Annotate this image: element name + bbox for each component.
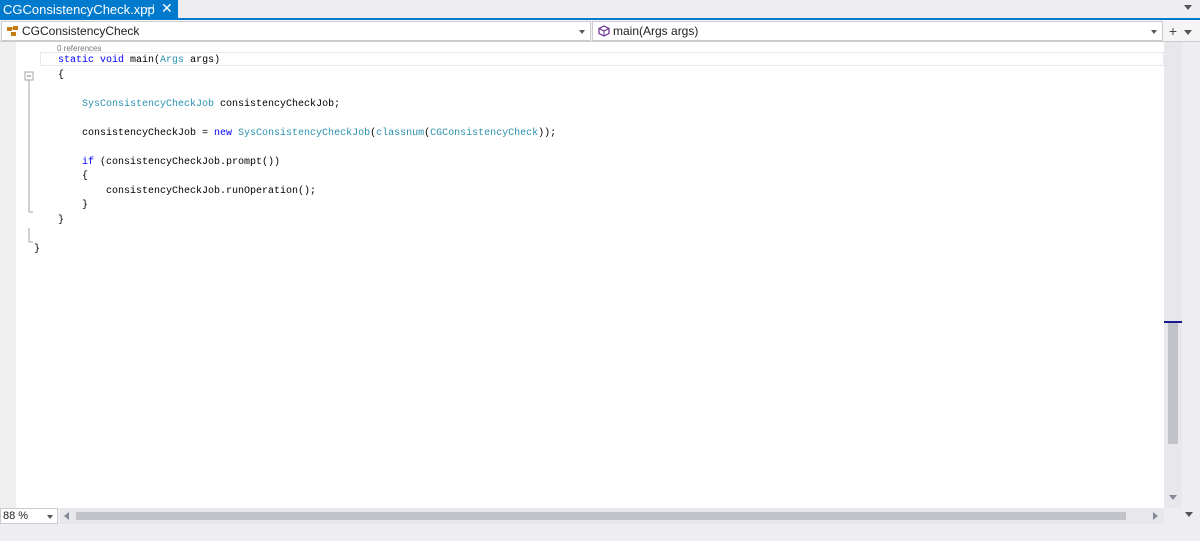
code-token: consistencyCheckJob;: [220, 98, 341, 110]
code-line[interactable]: consistencyCheckJob = new SysConsistency…: [58, 127, 556, 141]
chevron-down-icon[interactable]: [579, 30, 585, 34]
member-dropdown-value: main(Args args): [613, 24, 699, 38]
scroll-left-icon[interactable]: [64, 512, 69, 520]
code-line[interactable]: SysConsistencyCheckJob consistencyCheckJ…: [58, 98, 340, 112]
method-icon: [598, 25, 610, 37]
editor-bottom-bar: 88 %: [0, 508, 1182, 524]
class-dropdown-value: CGConsistencyCheck: [22, 24, 140, 38]
code-line[interactable]: }: [58, 199, 88, 213]
code-token: main(: [130, 55, 161, 66]
document-tab-bar: CGConsistencyCheck.xpp ⊣ ✕: [0, 0, 1200, 20]
zoom-dropdown[interactable]: 88 %: [0, 508, 58, 524]
pin-icon[interactable]: ⊣: [145, 0, 155, 19]
split-editor-icon[interactable]: +: [1165, 21, 1181, 41]
codelens-references[interactable]: 0 references: [57, 44, 101, 53]
code-line[interactable]: }: [58, 214, 64, 228]
member-dropdown[interactable]: main(Args args): [592, 21, 1163, 41]
code-token: ));: [538, 127, 557, 139]
document-tab[interactable]: CGConsistencyCheck.xpp ⊣ ✕: [0, 0, 178, 20]
code-line[interactable]: consistencyCheckJob.runOperation();: [58, 185, 316, 199]
horizontal-scrollbar[interactable]: [60, 508, 1164, 524]
code-token: static: [58, 55, 101, 66]
code-token: args): [190, 55, 221, 66]
code-token: CGConsistencyCheck: [430, 127, 539, 139]
code-line[interactable]: }: [34, 243, 40, 257]
class-dropdown[interactable]: CGConsistencyCheck: [1, 21, 591, 41]
code-token: {: [58, 69, 65, 81]
code-token: }: [34, 243, 41, 255]
code-line[interactable]: {: [58, 170, 88, 184]
chevron-down-icon[interactable]: [1151, 30, 1157, 34]
code-token: if: [82, 156, 101, 168]
caret-position-marker: [1164, 321, 1182, 323]
code-token: (consistencyCheckJob.prompt()): [100, 156, 281, 168]
code-token: void: [100, 55, 131, 66]
code-line[interactable]: {: [58, 69, 64, 83]
indicator-margin: [0, 42, 16, 508]
code-token: }: [58, 214, 65, 226]
scroll-down-icon[interactable]: [1169, 495, 1177, 500]
scroll-right-icon[interactable]: [1153, 512, 1158, 520]
navigation-bar: CGConsistencyCheck main(Args args) +: [0, 20, 1200, 42]
code-line[interactable]: if (consistencyCheckJob.prompt()): [58, 156, 280, 170]
chevron-down-icon[interactable]: [47, 515, 53, 519]
code-line[interactable]: static void main(Args args): [58, 54, 220, 68]
code-editor[interactable]: 0 references static void main(Args args)…: [0, 42, 1182, 508]
code-token: SysConsistencyCheckJob: [82, 98, 221, 110]
code-token: Args: [160, 55, 191, 66]
tab-overflow-icon[interactable]: [1184, 5, 1192, 10]
code-token: consistencyCheckJob.runOperation();: [58, 185, 317, 197]
code-token: }: [58, 200, 89, 211]
chevron-down-icon[interactable]: [1185, 512, 1193, 517]
code-token: consistencyCheckJob =: [58, 127, 215, 139]
outlining-margin: [24, 71, 34, 243]
code-token: {: [58, 171, 89, 182]
vertical-scrollbar[interactable]: [1164, 42, 1182, 508]
code-token: new: [214, 127, 239, 139]
close-icon[interactable]: ✕: [161, 0, 173, 18]
nav-overflow-icon[interactable]: [1184, 30, 1192, 35]
zoom-value: 88 %: [3, 510, 29, 522]
right-edge-strip: [1182, 42, 1200, 541]
horizontal-scroll-thumb[interactable]: [76, 512, 1126, 520]
code-token: SysConsistencyCheckJob: [238, 127, 371, 139]
code-token: classnum: [376, 127, 425, 139]
tab-title: CGConsistencyCheck.xpp: [3, 2, 155, 17]
class-icon: [7, 26, 18, 36]
vertical-scroll-thumb[interactable]: [1168, 322, 1178, 444]
